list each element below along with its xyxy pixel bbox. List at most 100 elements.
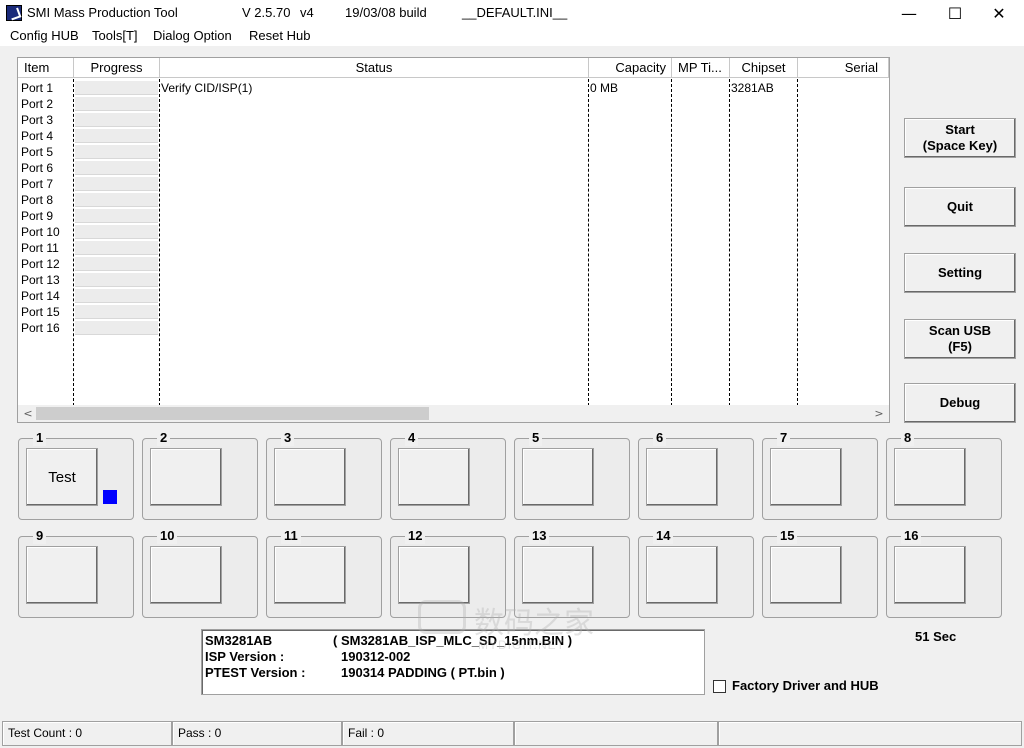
scan-usb-button[interactable]: Scan USB (F5) bbox=[904, 319, 1016, 359]
port-button[interactable] bbox=[274, 448, 346, 506]
status-bar: Test Count : 0 Pass : 0 Fail : 0 bbox=[0, 720, 1024, 748]
minimize-button[interactable]: — bbox=[886, 0, 932, 26]
port-number: 15 bbox=[777, 528, 798, 544]
scroll-right-icon[interactable]: > bbox=[871, 405, 887, 422]
progress-bar bbox=[75, 209, 158, 223]
port-number: 11 bbox=[281, 528, 301, 544]
elapsed-timer: 51 Sec bbox=[915, 629, 957, 644]
port-button[interactable] bbox=[398, 448, 470, 506]
row-item-label[interactable]: Port 14 bbox=[21, 288, 60, 304]
port-button[interactable] bbox=[274, 546, 346, 604]
port-panel-7: 7 bbox=[762, 430, 878, 520]
column-divider bbox=[588, 79, 589, 406]
setting-button[interactable]: Setting bbox=[904, 253, 1016, 293]
column-header-progress[interactable]: Progress bbox=[74, 58, 160, 78]
row-item-label[interactable]: Port 8 bbox=[21, 192, 53, 208]
port-panel-16: 16 bbox=[886, 528, 1002, 618]
row-item-label[interactable]: Port 16 bbox=[21, 320, 60, 336]
start-button-shortcut: (Space Key) bbox=[922, 138, 998, 153]
column-header-mp-time[interactable]: MP Ti... bbox=[672, 58, 730, 78]
column-divider bbox=[73, 79, 74, 406]
menu-dialog-option[interactable]: Dialog Option bbox=[153, 28, 232, 43]
status-pane bbox=[718, 721, 1022, 746]
row-item-label[interactable]: Port 4 bbox=[21, 128, 53, 144]
row-item-label[interactable]: Port 10 bbox=[21, 224, 60, 240]
port-button[interactable] bbox=[522, 448, 594, 506]
quit-button-label: Quit bbox=[947, 199, 973, 214]
row-item-label[interactable]: Port 12 bbox=[21, 256, 60, 272]
port-number: 3 bbox=[281, 430, 295, 446]
row-item-label[interactable]: Port 2 bbox=[21, 96, 53, 112]
row-item-label[interactable]: Port 9 bbox=[21, 208, 53, 224]
port-panel-15: 15 bbox=[762, 528, 878, 618]
column-header-item[interactable]: Item bbox=[18, 58, 74, 78]
port-list-view[interactable]: Item Progress Status Capacity MP Ti... C… bbox=[17, 57, 890, 423]
close-button[interactable]: ✕ bbox=[976, 0, 1022, 26]
maximize-icon: ☐ bbox=[947, 3, 963, 23]
column-header-serial[interactable]: Serial bbox=[798, 58, 889, 78]
row-item-label[interactable]: Port 6 bbox=[21, 160, 53, 176]
port-button[interactable] bbox=[770, 448, 842, 506]
row-item-label[interactable]: Port 15 bbox=[21, 304, 60, 320]
menu-reset-hub[interactable]: Reset Hub bbox=[249, 28, 310, 43]
menu-bar: Config HUB Tools[T] Dialog Option Reset … bbox=[0, 26, 1024, 46]
port-panel-5: 5 bbox=[514, 430, 630, 520]
ptest-version-label: PTEST Version : bbox=[205, 665, 306, 680]
close-icon: ✕ bbox=[992, 3, 1006, 23]
port-number: 14 bbox=[653, 528, 674, 544]
horizontal-scrollbar[interactable]: < > bbox=[18, 405, 889, 422]
port-panel-9: 9 bbox=[18, 528, 134, 618]
port-panel-10: 10 bbox=[142, 528, 258, 618]
column-header-status[interactable]: Status bbox=[160, 58, 589, 78]
menu-tools[interactable]: Tools[T] bbox=[92, 28, 138, 43]
port-button[interactable] bbox=[26, 546, 98, 604]
start-button[interactable]: Start (Space Key) bbox=[904, 118, 1016, 158]
progress-bar bbox=[75, 305, 158, 319]
port-panel-12: 12 bbox=[390, 528, 506, 618]
port-button[interactable] bbox=[646, 546, 718, 604]
port-button[interactable] bbox=[150, 546, 222, 604]
port-number: 1 bbox=[33, 430, 47, 446]
status-pane bbox=[514, 721, 718, 746]
ptest-version-value: 190314 PADDING ( PT.bin ) bbox=[341, 665, 505, 680]
port-button[interactable] bbox=[646, 448, 718, 506]
factory-driver-label[interactable]: Factory Driver and HUB bbox=[732, 678, 879, 693]
port-button[interactable] bbox=[150, 448, 222, 506]
setting-button-label: Setting bbox=[937, 265, 983, 280]
port-button[interactable] bbox=[398, 546, 470, 604]
factory-driver-checkbox[interactable] bbox=[713, 680, 726, 693]
row-item-label[interactable]: Port 3 bbox=[21, 112, 53, 128]
column-header-chipset[interactable]: Chipset bbox=[730, 58, 798, 78]
column-header-capacity[interactable]: Capacity bbox=[589, 58, 672, 78]
port-panel-2: 2 bbox=[142, 430, 258, 520]
quit-button[interactable]: Quit bbox=[904, 187, 1016, 227]
start-button-label: Start bbox=[945, 122, 975, 137]
isp-version-label: ISP Version : bbox=[205, 649, 285, 664]
port-button[interactable]: Test bbox=[26, 448, 98, 506]
port-button[interactable] bbox=[770, 546, 842, 604]
port-button[interactable] bbox=[894, 448, 966, 506]
port-number: 6 bbox=[653, 430, 667, 446]
scrollbar-thumb[interactable] bbox=[36, 407, 429, 420]
debug-button[interactable]: Debug bbox=[904, 383, 1016, 423]
port-button[interactable] bbox=[894, 546, 966, 604]
row-item-label[interactable]: Port 11 bbox=[21, 240, 59, 256]
column-divider bbox=[729, 79, 730, 406]
row-item-label[interactable]: Port 5 bbox=[21, 144, 53, 160]
progress-bar bbox=[75, 241, 158, 255]
progress-bar bbox=[75, 193, 158, 207]
port-button[interactable] bbox=[522, 546, 594, 604]
row-status: Verify CID/ISP(1) bbox=[161, 81, 253, 95]
port-number: 12 bbox=[405, 528, 426, 544]
chip-name: SM3281AB bbox=[205, 633, 273, 648]
row-item-label[interactable]: Port 13 bbox=[21, 272, 60, 288]
scroll-left-icon[interactable]: < bbox=[20, 405, 36, 422]
maximize-button[interactable]: ☐ bbox=[932, 0, 978, 26]
progress-bar bbox=[75, 321, 158, 335]
chip-file: ( SM3281AB_ISP_MLC_SD_15nm.BIN ) bbox=[333, 633, 573, 648]
progress-bar bbox=[75, 97, 158, 111]
menu-config-hub[interactable]: Config HUB bbox=[10, 28, 79, 43]
scan-usb-button-shortcut: (F5) bbox=[948, 339, 972, 354]
row-item-label[interactable]: Port 7 bbox=[21, 176, 53, 192]
row-item-label[interactable]: Port 1 bbox=[21, 80, 53, 96]
